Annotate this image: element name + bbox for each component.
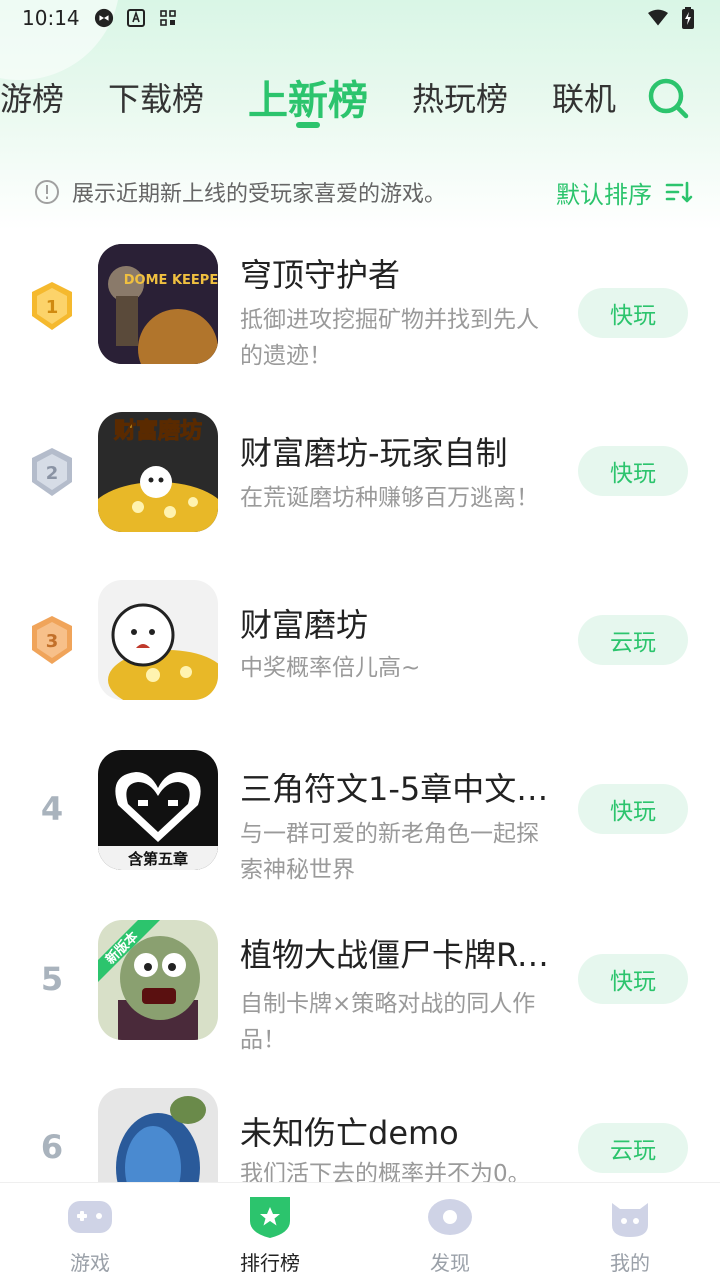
game-description: 抵御进攻挖掘矿物并找到先人的遗迹！ (240, 307, 539, 369)
notice-text: 展示近期新上线的受玩家喜爱的游戏。 (72, 182, 447, 207)
ranking-shield-icon (250, 1197, 290, 1238)
game-description: 在荒诞磨坊种赚够百万逃离！ (240, 485, 539, 511)
rank-number: 3 (46, 631, 59, 652)
game-title: 三角符文1-5章中文版... (240, 770, 565, 808)
gold-medal-icon: 1 (32, 282, 72, 330)
nav-label: 游戏 (70, 1251, 110, 1275)
game-icon (98, 580, 218, 700)
quick-play-button[interactable]: 快玩 (578, 288, 688, 338)
game-icon: DOME KEEPER (98, 244, 218, 364)
tab-multiplayer[interactable]: 联机 (552, 74, 616, 120)
rank-number: 6 (40, 1128, 64, 1166)
tab-hot[interactable]: 热玩榜 (412, 74, 508, 120)
nav-item-games[interactable]: 游戏 (30, 1195, 150, 1276)
rank-number: 4 (40, 790, 64, 828)
info-icon (35, 180, 59, 204)
bottom-navigation: 游戏 排行榜 发现 我的 (0, 1182, 720, 1280)
icon-label: DOME KEEPER (124, 273, 218, 288)
tab-downloads[interactable]: 下载榜 (108, 74, 204, 120)
nav-label: 发现 (430, 1251, 470, 1275)
rank-number: 5 (40, 960, 64, 998)
rank-number: 2 (46, 463, 59, 484)
list-item[interactable]: 5 新版本 植物大战僵尸卡牌Ro... 自制卡牌×策略对战的同人作品！ 快玩 (0, 920, 720, 1070)
status-time: 10:14 (22, 6, 80, 30)
profile-avatar-icon (612, 1203, 648, 1237)
status-bar: 10:14 (0, 0, 720, 36)
nav-item-discover[interactable]: 发现 (390, 1195, 510, 1276)
quick-play-button[interactable]: 快玩 (578, 784, 688, 834)
game-icon: 新版本 (98, 920, 218, 1040)
search-icon (648, 78, 689, 119)
ranking-notice: 展示近期新上线的受玩家喜爱的游戏。 默认排序 (34, 172, 694, 212)
nav-item-rankings[interactable]: 排行榜 (210, 1195, 330, 1276)
game-icon: 含第五章 (98, 750, 218, 870)
battery-icon (678, 7, 698, 29)
game-title: 财富磨坊-玩家自制 (240, 434, 508, 472)
game-description: 与一群可爱的新老角色一起探索神秘世界 (240, 821, 539, 883)
game-icon: 财富磨坊 (98, 412, 218, 532)
list-item[interactable]: 4 含第五章 三角符文1-5章中文版... 与一群可爱的新老角色一起探索神秘世界… (0, 750, 720, 900)
nav-label: 我的 (610, 1251, 650, 1275)
list-item[interactable]: 1 DOME KEEPER 穹顶守护者 抵御进攻挖掘矿物并找到先人的遗迹！ 快玩 (0, 240, 720, 390)
grid-status-icon (158, 8, 178, 28)
nav-item-profile[interactable]: 我的 (570, 1195, 690, 1276)
cloud-play-button[interactable]: 云玩 (578, 615, 688, 665)
icon-label: 含第五章 (128, 850, 188, 868)
sort-label: 默认排序 (556, 180, 652, 209)
game-title: 财富磨坊 (240, 606, 369, 644)
keyboard-status-icon (126, 8, 146, 28)
quick-play-button[interactable]: 快玩 (578, 446, 688, 496)
tab-new-releases[interactable]: 上新榜 (248, 68, 368, 126)
tab-partial[interactable]: 游榜 (0, 74, 64, 120)
game-description: 中奖概率倍儿高~ (240, 655, 421, 681)
game-title: 植物大战僵尸卡牌Ro... (240, 936, 565, 974)
app-status-icon (94, 8, 114, 28)
list-item[interactable]: 2 财富磨坊 财富磨坊-玩家自制 在荒诞磨坊种赚够百万逃离！ 快玩 (0, 410, 720, 560)
bronze-medal-icon: 3 (32, 616, 72, 664)
search-button[interactable] (646, 76, 690, 120)
silver-medal-icon: 2 (32, 448, 72, 496)
sort-button[interactable]: 默认排序 (556, 175, 694, 210)
wifi-icon (648, 8, 668, 28)
game-title: 穹顶守护者 (240, 256, 401, 294)
icon-label: 财富磨坊 (114, 418, 202, 444)
gamepad-icon (68, 1201, 112, 1233)
list-item[interactable]: 3 财富磨坊 中奖概率倍儿高~ 云玩 (0, 580, 720, 730)
rank-number: 1 (46, 297, 59, 318)
game-description: 自制卡牌×策略对战的同人作品！ (240, 991, 536, 1053)
game-title: 未知伤亡demo (240, 1114, 459, 1152)
cloud-play-button[interactable]: 云玩 (578, 1123, 688, 1173)
quick-play-button[interactable]: 快玩 (578, 954, 688, 1004)
ranking-tabs: 游榜 下载榜 上新榜 热玩榜 联机 (0, 66, 720, 136)
nav-label: 排行榜 (240, 1251, 300, 1275)
discover-eye-icon (428, 1199, 472, 1235)
sort-icon (665, 181, 693, 203)
active-tab-indicator (296, 122, 320, 128)
